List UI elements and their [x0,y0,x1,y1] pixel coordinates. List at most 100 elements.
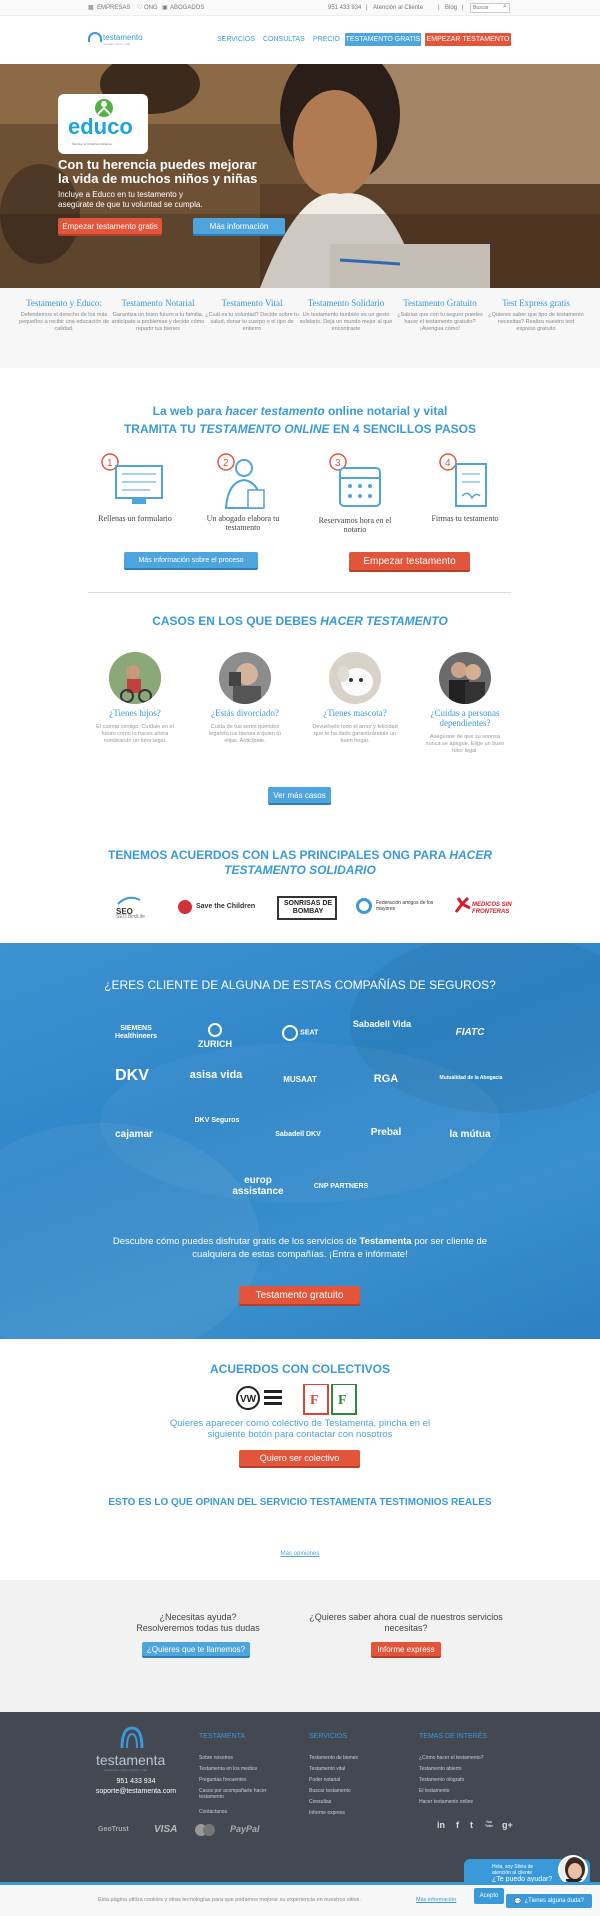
footer-link[interactable]: Buscar testamento [309,1788,351,1794]
linkedin-icon[interactable]: in [437,1820,445,1830]
amigos-mayores-logo[interactable]: Federación amigos de los mayores [356,898,438,918]
footer-link[interactable]: Hacer testamento online [419,1799,473,1805]
case-pet-photo[interactable] [329,652,381,704]
start-testament-button[interactable]: Empezar testamento [349,552,470,570]
footer-link[interactable]: Testamento de bienes [309,1755,358,1761]
footer-link[interactable]: Preguntas frecuentes [199,1777,247,1783]
insurer-prebal[interactable]: Prebal [356,1127,416,1138]
feature-text: ¿Sabías que con tu seguro puedes hacer e… [397,312,483,332]
case-dependents-title[interactable]: ¿Cuidas a personas dependientes? [417,708,513,728]
nav-servicios[interactable]: SERVICIOS [217,36,255,43]
footer-link[interactable]: ¿Cómo hacer el testamento? [419,1755,483,1761]
signed-document-icon: 4 [439,453,487,507]
feature-express[interactable]: Test Express gratis ¿Quieres saber que t… [488,298,584,333]
insurer-cajamar[interactable]: cajamar [104,1129,164,1140]
cookie-more-link[interactable]: Más información [416,1897,456,1903]
insurer-fiatc[interactable]: FIATC [440,1027,500,1038]
case-kids-photo[interactable] [109,652,161,704]
youtube-icon[interactable]: You Tube [482,1820,496,1828]
help-right-line2: necesitas? [384,1623,428,1633]
footer-link[interactable]: El testamento [419,1788,450,1794]
link-ong[interactable]: ONG [144,5,158,11]
footer-link[interactable]: Testamento vital [309,1766,345,1772]
insurer-zurich[interactable]: ZURICH [190,1023,240,1049]
case-divorced-photo[interactable] [219,652,271,704]
case-divorced-title[interactable]: ¿Estás divorciado? [197,708,293,718]
facebook-icon[interactable]: f [456,1820,459,1830]
briefcase-icon: ▣ [162,5,168,11]
footer-logo[interactable]: testamenta [96,1752,165,1768]
free-testament-button[interactable]: Testamento gratuito [239,1286,360,1304]
search-icon[interactable]: ⌕ [503,3,507,11]
more-cases-button[interactable]: Ver más casos [268,787,331,803]
link-atencion[interactable]: Atención al Cliente [373,5,423,11]
case-pet-title[interactable]: ¿Tienes mascota? [307,708,403,718]
link-blog[interactable]: Blog [445,5,457,11]
empezar-testamento-button[interactable]: EMPEZAR TESTAMENTO [425,33,511,46]
nav-precio[interactable]: PRECIO [313,36,340,43]
insurer-dkv-seguros[interactable]: DKV Seguros [192,1117,242,1124]
insurers-title: ¿ERES CLIENTE DE ALGUNA DE ESTAS COMPAÑÍ… [104,978,496,992]
process-info-button[interactable]: Más información sobre el proceso [124,552,258,568]
case-dependents-photo[interactable] [439,652,491,704]
logo[interactable]: testamento [103,33,143,42]
footer-link[interactable]: Testamenta en los medios [199,1766,257,1772]
insurer-musaat[interactable]: MUSAAT [270,1075,330,1084]
twitter-icon[interactable]: t [470,1820,473,1830]
feature-text: ¿Quieres saber que tipo de testamento ne… [488,312,584,332]
insurer-la-mutua[interactable]: la mútua [440,1129,500,1140]
svg-text:2: 2 [223,458,229,469]
phone-number[interactable]: 951 433 934 [328,5,361,11]
step-3-label: Reservamos hora en el notario [318,516,392,534]
sonrisas-bombay-logo[interactable]: SONRISAS DE BOMBAY [277,896,337,920]
cookie-accept-button[interactable]: Acepto [474,1888,504,1904]
feature-text: Defendemos el derecho de los más pequeño… [18,312,110,332]
svg-text:F: F [338,1393,347,1408]
footer-phone[interactable]: 951 433 934 [96,1778,176,1785]
feature-educo[interactable]: Testamento y Educo: Defendemos el derech… [16,298,112,333]
insurer-sabadell-dkv[interactable]: Sabadell DKV [266,1131,330,1138]
chat-tab-button[interactable]: 💬 ¿Tienes alguna duda? [506,1894,592,1908]
educo-logo-subtitle: Member of ChildFund Alliance [72,142,113,146]
hero-start-button[interactable]: Empezar testamento gratis [58,218,162,234]
insurer-rga[interactable]: RGA [356,1073,416,1085]
footer-logo-icon [120,1726,144,1748]
insurer-mutualidad[interactable]: Mutualidad de la Abogacía [436,1075,506,1081]
seo-birdlife-logo[interactable]: SEO SEO BirdLife [114,892,150,922]
call-me-button[interactable]: ¿Quieres que te llamemos? [142,1642,250,1656]
case-divorced-text: Cuida de tus seres queridos legando tus … [209,724,281,744]
insurer-sabadell[interactable]: Sabadell Vida [352,1019,412,1029]
link-empresas[interactable]: EMPRESAS [97,5,130,11]
feature-gratuito[interactable]: Testamento Gratuito ¿Sabías que con tu s… [392,298,488,333]
testamento-gratis-button[interactable]: TESTAMENTO GRATIS [345,33,421,46]
insurer-siemens[interactable]: SIEMENS Healthineers [106,1025,166,1041]
feature-solidario[interactable]: Testamento Solidario Un testamento tambi… [298,298,394,333]
footer-link[interactable]: Casos por acompañarte hacer testamento [199,1788,275,1800]
footer-link[interactable]: Consultas [309,1799,331,1805]
nav-consultas[interactable]: CONSULTAS [263,36,305,43]
chat-bubble-icon: 💬 [514,1898,522,1905]
footer-link[interactable]: Poder notarial [309,1777,340,1783]
hero-info-button[interactable]: Más información [193,218,285,234]
feature-vital[interactable]: Testamento Vital ¿Cuál es tu voluntad? D… [204,298,300,333]
msf-logo[interactable]: MEDICOS SIN FRONTERAS [452,894,512,922]
insurer-cnp[interactable]: CNP PARTNERS [306,1183,376,1190]
google-plus-icon[interactable]: g+ [502,1820,513,1830]
footer-link[interactable]: Informe express [309,1810,345,1816]
feature-notarial[interactable]: Testamento Notarial Garantiza un buen fu… [110,298,206,333]
save-the-children-logo[interactable]: Save the Children [178,900,262,916]
more-reviews-link[interactable]: Más opiniones [0,1551,600,1557]
insurer-asisa[interactable]: asisa vida [188,1069,244,1081]
footer-email[interactable]: soporte@testamenta.com [86,1788,186,1795]
link-abogados[interactable]: ABOGADOS [170,5,204,11]
insurer-europ-assistance[interactable]: europ assistance [228,1175,288,1197]
express-report-button[interactable]: Informe express [371,1642,441,1656]
footer-link[interactable]: Contáctanos [199,1809,227,1815]
case-kids-title[interactable]: ¿Tienes hijos? [87,708,183,718]
footer-link[interactable]: Testamento abierto [419,1766,462,1772]
insurer-seat[interactable]: SEAT [270,1025,330,1041]
footer-link[interactable]: Sobre nosotros [199,1755,233,1761]
footer-link[interactable]: Testamento ológrafo [419,1777,464,1783]
insurer-dkv[interactable]: DKV [102,1067,162,1085]
colectivo-button[interactable]: Quiero ser colectivo [239,1450,360,1466]
